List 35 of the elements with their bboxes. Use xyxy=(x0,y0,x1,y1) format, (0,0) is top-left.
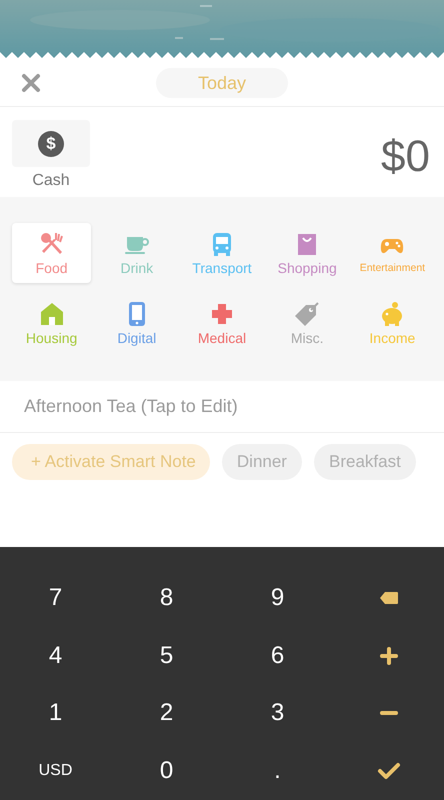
digit-key[interactable]: 1 xyxy=(20,690,91,736)
suggestion-chip[interactable]: Breakfast xyxy=(314,444,416,480)
digit-key[interactable]: . xyxy=(242,748,313,794)
plus-icon xyxy=(380,646,398,665)
account-button[interactable]: $ xyxy=(12,120,90,167)
digit-key[interactable]: 8 xyxy=(131,575,202,621)
checkmark-icon xyxy=(376,762,400,780)
digit-key[interactable]: 6 xyxy=(242,632,313,678)
digit-key[interactable]: 9 xyxy=(242,575,313,621)
category-item[interactable]: Drink xyxy=(97,223,176,283)
category-item[interactable]: Entertainment xyxy=(352,223,432,283)
category-item[interactable]: Food xyxy=(12,223,92,283)
suggestion-chip[interactable]: Dinner xyxy=(222,444,302,480)
digit-key[interactable]: 7 xyxy=(20,575,91,621)
category-item[interactable]: Income xyxy=(352,293,432,353)
category-item[interactable]: Digital xyxy=(97,293,176,353)
digit-key[interactable]: 5 xyxy=(131,632,202,678)
smart-note-button[interactable]: + Activate Smart Note xyxy=(12,444,210,480)
amount-display: $0 xyxy=(381,132,430,182)
date-button[interactable]: Today xyxy=(156,68,288,98)
category-item[interactable]: Transport xyxy=(182,223,262,283)
digit-key[interactable]: 4 xyxy=(20,632,91,678)
account-name: Cash xyxy=(32,172,70,190)
category-item[interactable]: Medical xyxy=(182,293,262,353)
category-item[interactable]: Shopping xyxy=(268,223,347,283)
backspace-icon xyxy=(378,590,398,605)
close-icon[interactable] xyxy=(21,73,41,93)
digit-key[interactable]: 3 xyxy=(242,690,313,736)
digit-key[interactable]: 2 xyxy=(131,690,202,736)
dollar-coin-icon: $ xyxy=(38,130,64,156)
category-item[interactable]: Misc. xyxy=(268,293,347,353)
digit-key[interactable]: 0 xyxy=(131,748,202,794)
currency-key[interactable]: USD xyxy=(20,748,91,794)
minus-icon xyxy=(380,710,398,716)
category-item[interactable]: Housing xyxy=(12,293,92,353)
